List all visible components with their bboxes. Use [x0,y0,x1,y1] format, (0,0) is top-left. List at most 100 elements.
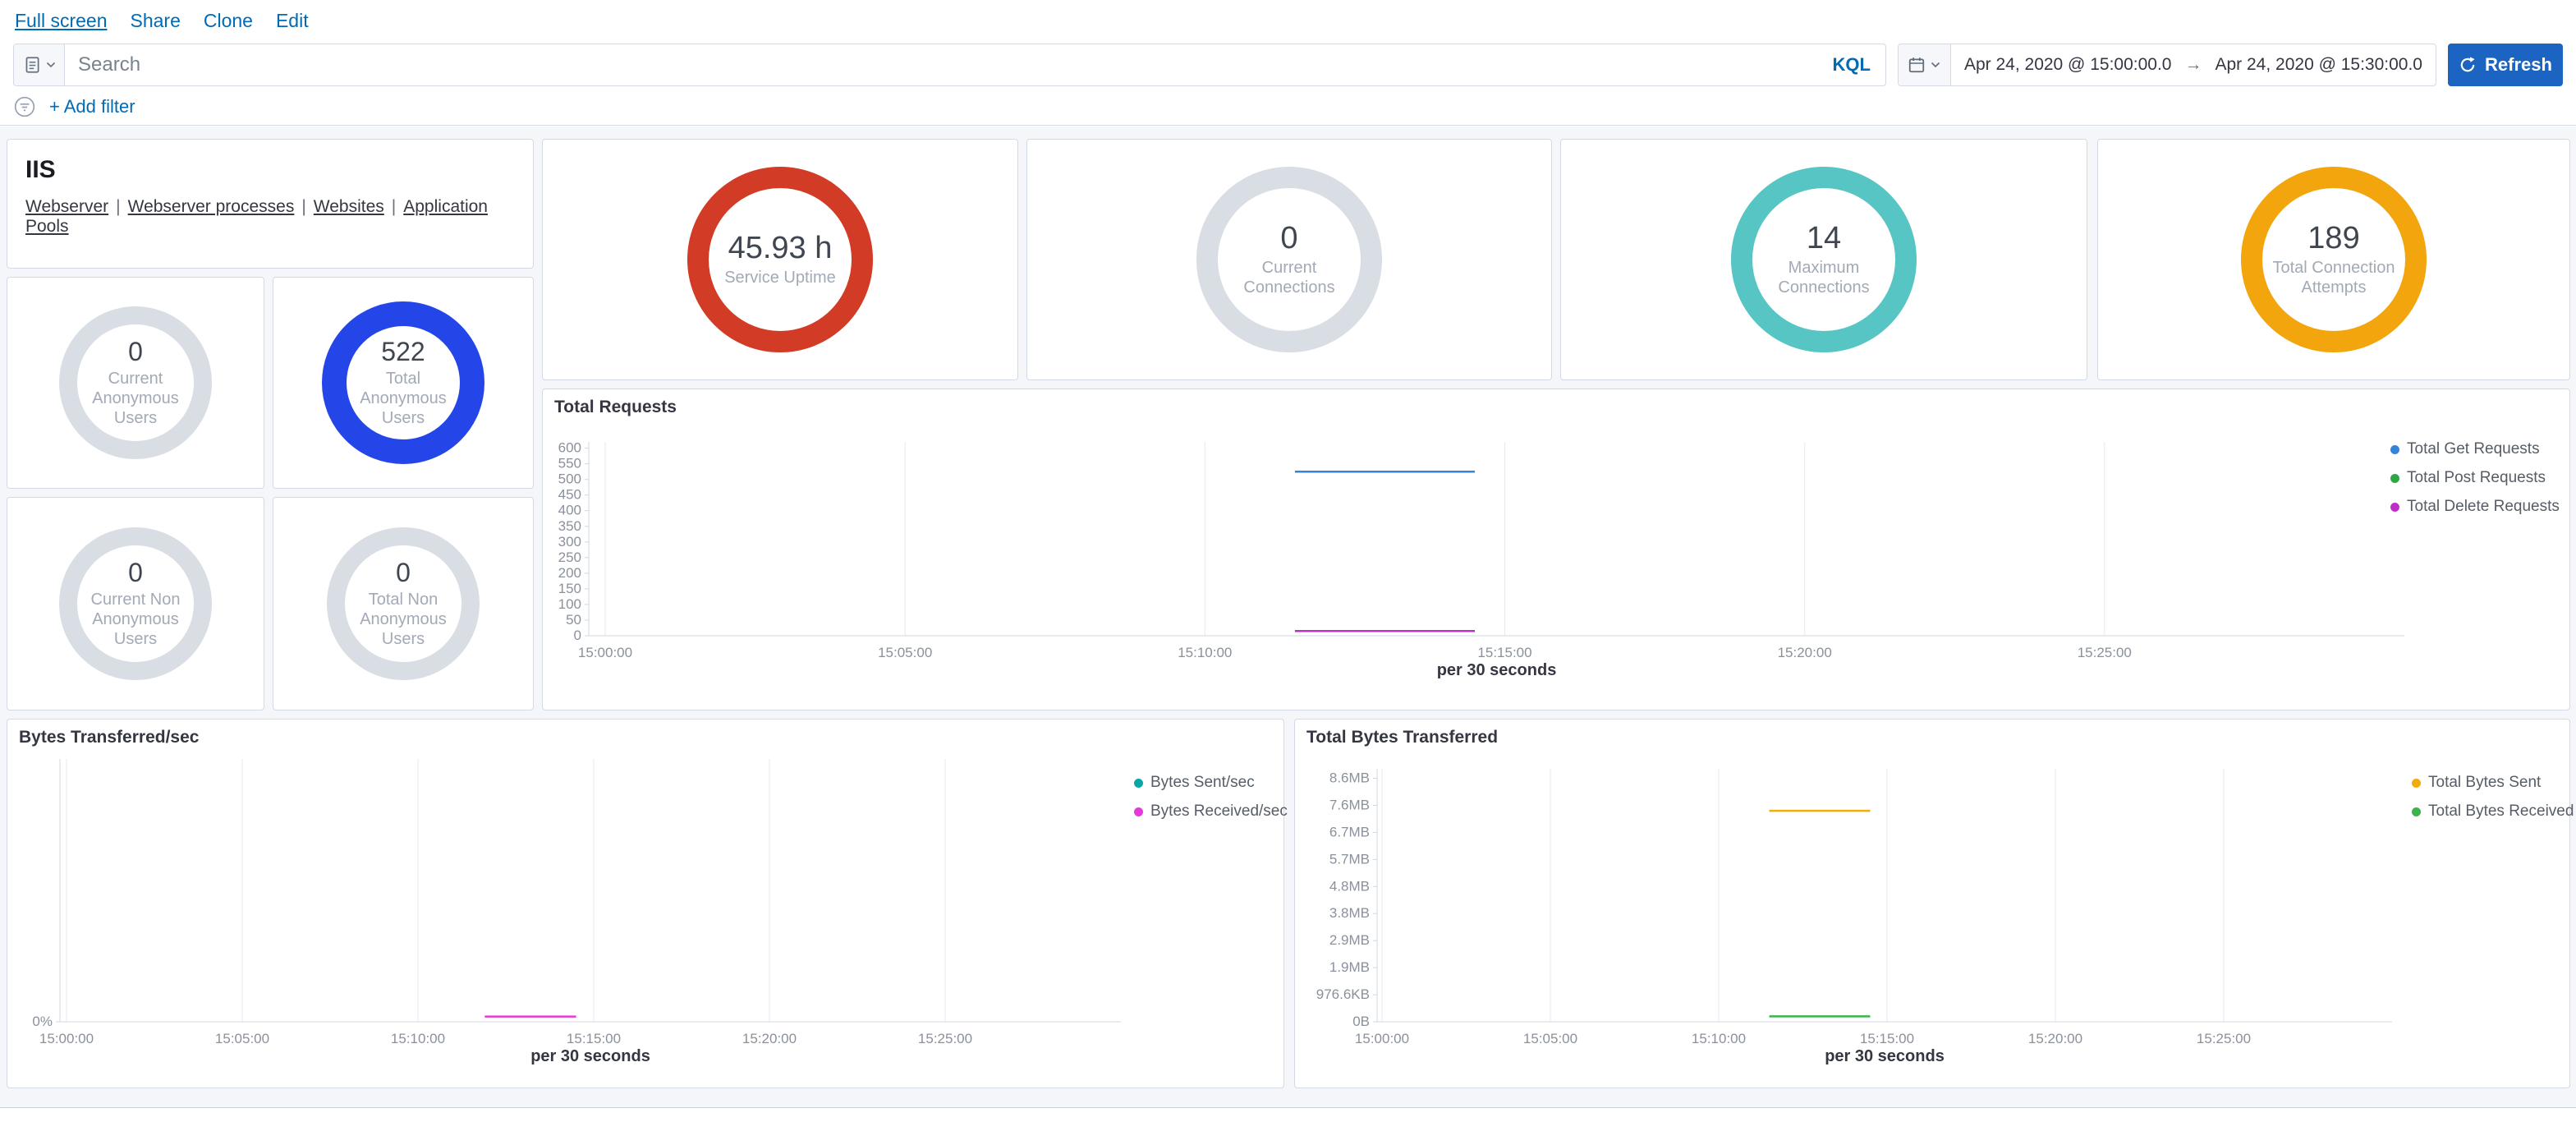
time-range-end[interactable]: Apr 24, 2020 @ 15:30:00.0 [2202,44,2436,85]
svg-text:15:20:00: 15:20:00 [1778,645,1832,660]
svg-text:550: 550 [558,456,581,471]
query-bar: KQL [13,44,1886,86]
clone-link[interactable]: Clone [204,10,253,32]
svg-text:3.8MB: 3.8MB [1329,905,1370,921]
panel-total-non-anonymous-users: 0 Total Non Anonymous Users [273,497,534,710]
panel-total-connection-attempts: 189 Total Connection Attempts [2097,139,2570,380]
gauge-value: 522 [347,338,460,366]
svg-text:15:15:00: 15:15:00 [1860,1031,1914,1046]
svg-text:15:25:00: 15:25:00 [2197,1031,2251,1046]
panel-title-bytes-transferred: Bytes Transferred/sec [19,728,199,747]
svg-text:15:10:00: 15:10:00 [1178,645,1232,660]
legend-dot [2390,445,2399,454]
link-webserver[interactable]: Webserver [25,197,108,216]
saved-query-icon [23,55,41,75]
legend-item[interactable]: Total Delete Requests [2390,498,2560,516]
legend-item[interactable]: Total Bytes Sent [2412,774,2574,792]
legend-dot [2412,779,2421,788]
calendar-icon [1908,56,1926,74]
svg-text:2.9MB: 2.9MB [1329,932,1370,948]
full-screen-link[interactable]: Full screen [15,10,107,32]
svg-text:200: 200 [558,565,581,581]
panel-maximum-connections: 14 Maximum Connections [1560,139,2087,380]
legend-label: Total Bytes Sent [2428,774,2541,792]
link-websites[interactable]: Websites [314,197,384,216]
svg-text:15:20:00: 15:20:00 [2028,1031,2082,1046]
gauge-ring-total-anonymous-users: 522 Total Anonymous Users [322,301,484,464]
time-range-start[interactable]: Apr 24, 2020 @ 15:00:00.0 [1951,44,2185,85]
svg-text:7.6MB: 7.6MB [1329,798,1370,813]
panel-current-connections: 0 Current Connections [1026,139,1552,380]
panel-service-uptime: 45.93 h Service Uptime [542,139,1018,380]
svg-text:4.8MB: 4.8MB [1329,878,1370,894]
svg-text:15:00:00: 15:00:00 [39,1031,94,1046]
search-input[interactable] [65,44,1818,85]
svg-text:150: 150 [558,581,581,596]
legend-item[interactable]: Total Post Requests [2390,469,2560,487]
panel-title-total-requests: Total Requests [554,398,677,417]
svg-text:15:20:00: 15:20:00 [742,1031,797,1046]
gauge-label: Total Non Anonymous Users [345,590,461,649]
gauge-label: Service Uptime [724,268,836,287]
gauge-ring-total-non-anonymous-users: 0 Total Non Anonymous Users [327,527,480,680]
legend-item[interactable]: Bytes Sent/sec [1134,774,1288,792]
legend-dot [1134,779,1143,788]
panel-current-non-anonymous-users: 0 Current Non Anonymous Users [7,497,264,710]
gauge-label: Current Connections [1219,258,1359,297]
svg-text:100: 100 [558,596,581,612]
bottom-scrollbar-track[interactable] [0,1107,2576,1122]
svg-text:per 30 seconds: per 30 seconds [1437,661,1557,679]
gauge-value: 45.93 h [724,232,836,266]
legend-item[interactable]: Bytes Received/sec [1134,802,1288,821]
panel-total-bytes-transferred: Total Bytes Transferred 15:00:00 15:05:00… [1294,719,2570,1088]
svg-text:1.9MB: 1.9MB [1329,959,1370,975]
date-quick-menu-button[interactable] [1899,44,1951,85]
gauge-value: 14 [1754,222,1894,256]
panel-title-total-bytes-transferred: Total Bytes Transferred [1306,728,1498,747]
svg-text:500: 500 [558,471,581,487]
svg-text:0: 0 [574,628,581,643]
svg-text:50: 50 [566,612,581,628]
gauge-value: 0 [77,338,194,366]
gauge-label: Current Non Anonymous Users [77,590,194,649]
svg-text:15:15:00: 15:15:00 [1477,645,1531,660]
total-requests-chart[interactable]: 15:00:0015:05:0015:10:0015:15:0015:20:00… [543,429,2571,708]
gauge-label: Current Anonymous Users [77,369,194,428]
legend-dot [2412,807,2421,816]
bytes-transferred-chart[interactable]: 15:00:0015:05:0015:10:0015:15:0015:20:00… [7,752,1285,1081]
time-range-arrow-icon: → [2184,44,2202,85]
chevron-down-icon [46,62,56,68]
legend-label: Total Delete Requests [2407,498,2560,516]
svg-text:15:05:00: 15:05:00 [878,645,932,660]
total-bytes-transferred-legend: Total Bytes Sent Total Bytes Received [2412,774,2574,831]
legend-dot [2390,503,2399,512]
super-date-picker: Apr 24, 2020 @ 15:00:00.0 → Apr 24, 2020… [1898,44,2436,86]
gauge-value: 0 [77,559,194,587]
gauge-value: 0 [345,559,461,587]
legend-label: Bytes Received/sec [1150,802,1288,821]
svg-text:350: 350 [558,518,581,534]
svg-text:15:25:00: 15:25:00 [2078,645,2132,660]
svg-text:15:05:00: 15:05:00 [1523,1031,1577,1046]
svg-text:600: 600 [558,440,581,456]
legend-item[interactable]: Total Get Requests [2390,440,2560,458]
svg-text:15:00:00: 15:00:00 [1355,1031,1409,1046]
refresh-button[interactable]: Refresh [2448,44,2563,86]
gauge-value: 0 [1219,222,1359,256]
iis-panel-title: IIS [25,156,515,184]
svg-text:per 30 seconds: per 30 seconds [1825,1047,1945,1065]
add-filter-button[interactable]: + Add filter [49,96,135,117]
legend-dot [1134,807,1143,816]
filter-options-icon[interactable] [13,95,36,118]
legend-item[interactable]: Total Bytes Received [2412,802,2574,821]
link-webserver-processes[interactable]: Webserver processes [128,197,295,216]
panel-iis-navigation: IIS Webserver Webserver processes Websites… [7,139,534,269]
bytes-transferred-legend: Bytes Sent/sec Bytes Received/sec [1134,774,1288,831]
edit-link[interactable]: Edit [276,10,309,32]
gauge-ring-maximum-connections: 14 Maximum Connections [1731,167,1917,352]
total-bytes-transferred-chart[interactable]: 15:00:00 15:05:00 15:10:00 15:15:00 15:20:00… [1295,752,2571,1081]
share-link[interactable]: Share [130,10,180,32]
saved-query-menu-button[interactable] [14,44,65,85]
svg-text:15:10:00: 15:10:00 [1692,1031,1746,1046]
query-language-button[interactable]: KQL [1818,44,1885,85]
